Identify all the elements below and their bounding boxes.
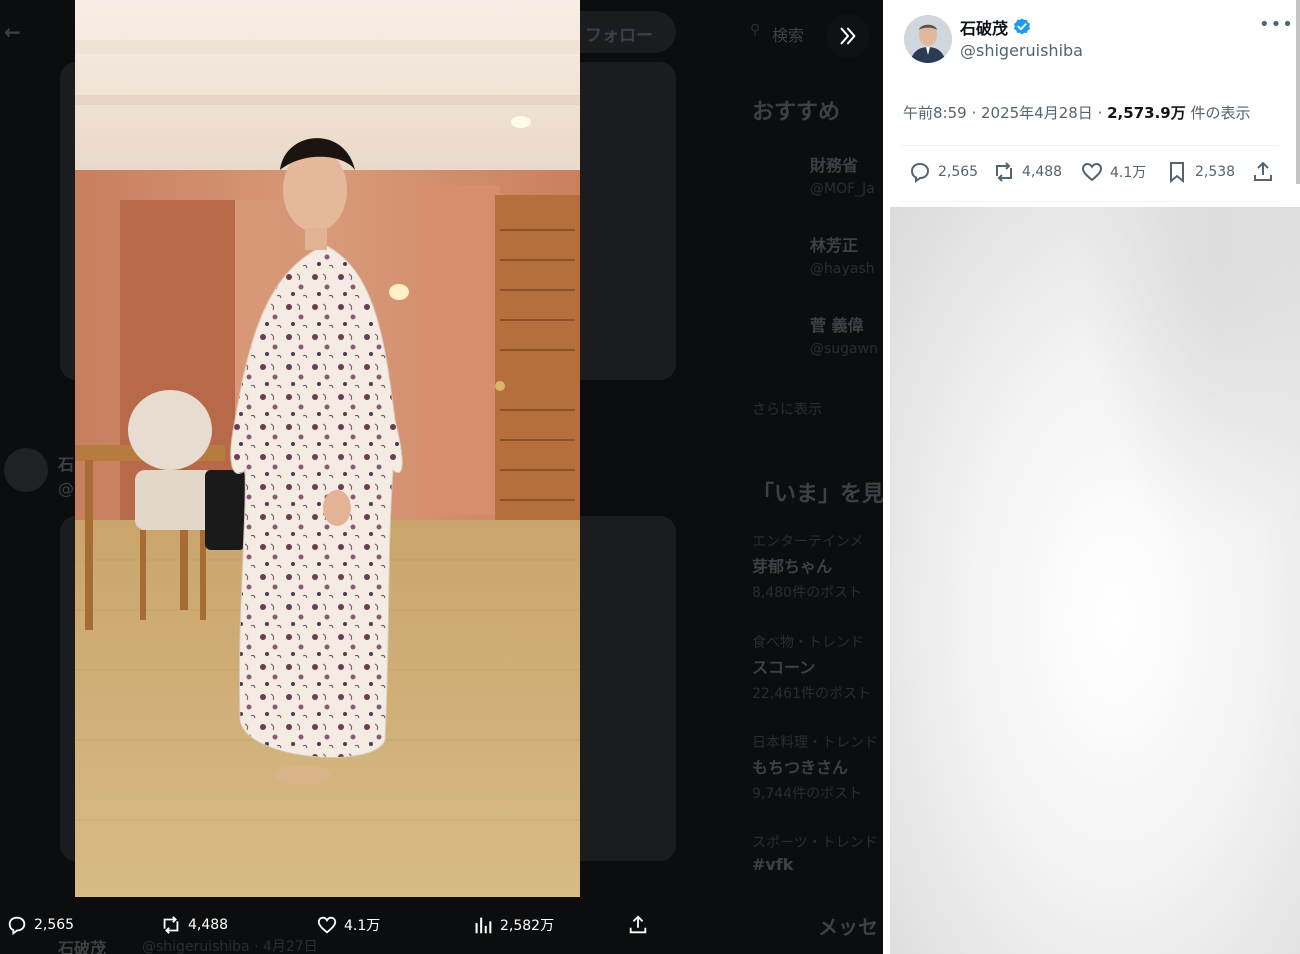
repost-count: 4,488 bbox=[1022, 164, 1063, 180]
reply-count: 2,565 bbox=[938, 164, 979, 180]
media-repost-count: 4,488 bbox=[188, 917, 229, 933]
divider bbox=[901, 201, 1279, 202]
media-photo[interactable] bbox=[75, 0, 580, 897]
media-reply-count: 2,565 bbox=[34, 917, 75, 933]
post-views-number: 2,573.9万 bbox=[1107, 104, 1186, 122]
trend-title[interactable]: スコーン bbox=[752, 654, 815, 678]
repost-button[interactable]: 4,488 bbox=[992, 160, 1062, 184]
analytics-icon bbox=[475, 917, 492, 934]
recommend-account-name[interactable]: 林芳正 bbox=[810, 232, 858, 256]
post-date[interactable]: 2025年4月28日 bbox=[981, 104, 1093, 122]
trend-posts: 8,480件のポスト bbox=[752, 585, 863, 601]
divider bbox=[901, 145, 1279, 146]
bookmark-icon bbox=[1170, 162, 1184, 184]
avatar-portrait bbox=[904, 15, 952, 63]
blurred-replies-area bbox=[890, 207, 1300, 954]
expand-panel-button[interactable] bbox=[826, 14, 870, 58]
photo-illustration bbox=[75, 0, 580, 897]
media-like-button[interactable]: 4.1万 bbox=[316, 914, 380, 936]
like-button[interactable]: 4.1万 bbox=[1080, 160, 1146, 184]
recommend-account-handle: @sugawn bbox=[810, 341, 878, 357]
recommend-account-handle: @hayash bbox=[810, 261, 875, 277]
trend-category: 食べ物・トレンド bbox=[752, 635, 864, 651]
double-chevron-right-icon bbox=[840, 27, 856, 45]
media-views-button[interactable]: 2,582万 bbox=[472, 914, 554, 936]
media-repost-button[interactable]: 4,488 bbox=[160, 914, 228, 936]
section-recommend-heading: おすすめ bbox=[752, 100, 841, 125]
post-views-suffix: 件の表示 bbox=[1190, 104, 1251, 122]
more-options-icon[interactable]: ••• bbox=[1259, 14, 1294, 35]
background-avatar bbox=[4, 448, 48, 492]
trend-category: 日本料理・トレンド bbox=[752, 735, 878, 751]
repost-icon bbox=[996, 162, 1012, 182]
trend-category: エンターテインメ bbox=[752, 534, 864, 550]
trend-title[interactable]: もちつきさん bbox=[752, 754, 848, 778]
post-meta: 午前8:59 · 2025年4月28日 · 2,573.9万 件の表示 bbox=[903, 104, 1251, 122]
heart-icon bbox=[1081, 162, 1103, 182]
bookmark-count: 2,538 bbox=[1195, 164, 1236, 180]
post-time[interactable]: 午前8:59 bbox=[903, 104, 967, 122]
heart-icon bbox=[317, 916, 337, 934]
avatar[interactable] bbox=[904, 15, 952, 63]
author-name-text: 石破茂 bbox=[960, 19, 1009, 38]
reply-button[interactable]: 2,565 bbox=[908, 160, 978, 184]
media-like-count: 4.1万 bbox=[344, 918, 381, 934]
post-detail-panel: 石破茂 @shigeruishiba ••• 午前8:59 · 2025年4月2… bbox=[883, 0, 1300, 954]
trend-posts: 22,461件のポスト bbox=[752, 686, 871, 702]
follow-button-label: フォロー bbox=[585, 26, 653, 46]
background-author-handle-fragment: @ bbox=[58, 479, 74, 498]
repost-icon bbox=[163, 916, 179, 934]
recommend-account-handle: @MOF_Ja bbox=[810, 181, 875, 197]
section-now-heading: 「いま」を見 bbox=[752, 482, 883, 507]
recommend-account-name[interactable]: 菅 義偉 bbox=[810, 312, 864, 336]
search-icon: ⚲ bbox=[750, 22, 761, 38]
recommend-account-name[interactable]: 財務省 bbox=[810, 152, 858, 176]
search-placeholder[interactable]: 検索 bbox=[772, 22, 804, 46]
back-arrow-icon[interactable]: ← bbox=[4, 20, 21, 44]
media-action-bar: 2,565 4,488 4.1万 2,582万 bbox=[0, 900, 883, 954]
trend-category: スポーツ・トレンド bbox=[752, 835, 878, 851]
media-reply-button[interactable]: 2,565 bbox=[6, 914, 74, 936]
author-name[interactable]: 石破茂 bbox=[960, 15, 1032, 39]
reply-icon bbox=[910, 162, 930, 183]
trend-title[interactable]: #vfk bbox=[752, 855, 793, 874]
share-icon bbox=[1254, 161, 1272, 181]
bookmark-button[interactable]: 2,538 bbox=[1165, 160, 1235, 184]
reply-icon bbox=[8, 916, 26, 936]
share-icon bbox=[629, 915, 647, 934]
author-handle[interactable]: @shigeruishiba bbox=[960, 41, 1083, 60]
trend-posts: 9,744件のポスト bbox=[752, 786, 863, 802]
verified-badge-icon bbox=[1013, 18, 1031, 35]
like-count: 4.1万 bbox=[1110, 165, 1147, 181]
share-button[interactable] bbox=[1251, 160, 1275, 184]
show-more-link[interactable]: さらに表示 bbox=[752, 399, 822, 419]
scrollbar[interactable] bbox=[1296, 0, 1300, 184]
media-share-button[interactable] bbox=[627, 914, 649, 936]
media-views-count: 2,582万 bbox=[500, 918, 555, 934]
trend-title[interactable]: 芽郁ちゃん bbox=[752, 553, 832, 577]
background-author-initial: 石 bbox=[58, 455, 75, 474]
